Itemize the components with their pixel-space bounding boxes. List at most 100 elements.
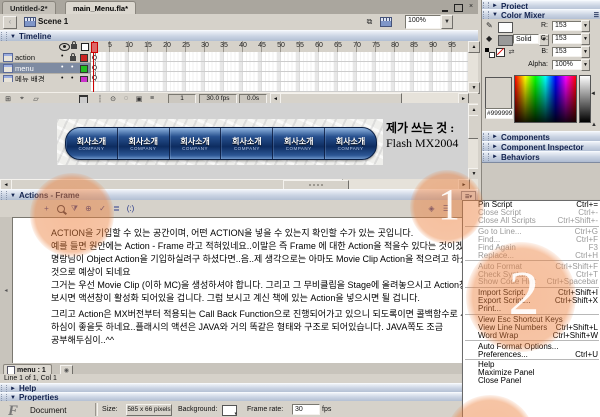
behaviors-panel-header[interactable]: ► Behaviors (482, 151, 600, 163)
hex-color-input[interactable]: #999999 (485, 108, 513, 119)
outline-icon[interactable] (81, 43, 89, 51)
menu-item[interactable]: Print... (463, 305, 600, 313)
lock-dot-icon[interactable]: • (71, 75, 73, 82)
frame-grid[interactable] (91, 52, 468, 92)
onion-skin-outline-icon[interactable]: ◌ (120, 94, 132, 103)
view-options-icon[interactable]: ☰ (440, 203, 453, 214)
layer-outline-color[interactable] (80, 65, 88, 73)
document-size-button[interactable]: 585 x 66 pixels (126, 404, 172, 416)
layer-row[interactable]: action• (0, 52, 91, 63)
scroll-down-icon[interactable]: ▼ (468, 168, 478, 179)
nav-button[interactable]: 회사소개COMPANY (66, 128, 118, 159)
find-icon[interactable] (54, 203, 67, 214)
edit-scene-icon[interactable] (380, 17, 392, 27)
layer-lock-icon[interactable] (70, 56, 76, 61)
visibility-dot-icon[interactable]: • (61, 53, 63, 60)
modify-onion-markers-icon[interactable]: ≡ (146, 94, 158, 103)
show-hide-eye-icon[interactable] (59, 43, 70, 51)
panel-collapse-icon[interactable]: ▲ (591, 122, 597, 128)
nav-button-sublabel: COMPANY (234, 146, 260, 151)
layer-row[interactable]: menu✎•• (0, 63, 91, 74)
insert-folder-icon[interactable]: ▱ (30, 94, 42, 103)
r-spinner-icon[interactable]: ▼ (581, 20, 590, 32)
restore-icon[interactable] (453, 2, 463, 11)
add-motion-guide-icon[interactable]: ⌖ (16, 94, 28, 103)
background-color-swatch[interactable] (222, 405, 237, 416)
fill-bucket-icon[interactable]: ◆ (486, 34, 492, 43)
timeline-vertical-scrollbar[interactable]: ▲ ▼ (468, 41, 478, 92)
menu-item-label: Word Wrap (478, 331, 547, 340)
color-picker-gradient[interactable] (514, 75, 577, 123)
menu-item[interactable]: Word WrapCtrl+Shift+W (463, 331, 600, 339)
insert-layer-icon[interactable]: ⊞ (2, 94, 14, 103)
playhead[interactable] (91, 42, 98, 53)
fill-color-chip[interactable] (498, 35, 513, 46)
b-input[interactable]: 153 (552, 47, 582, 57)
no-color-icon[interactable] (496, 48, 505, 57)
g-spinner-icon[interactable]: ▼ (581, 33, 590, 45)
nav-button[interactable]: 회사소개COMPANY (325, 128, 376, 159)
frame-rate-input[interactable]: 30 (292, 404, 320, 415)
fps-label: fps (322, 406, 331, 413)
brightness-marker-icon[interactable]: ◄ (590, 91, 596, 97)
menu-item-label: Print... (478, 304, 598, 313)
panel-options-menu-icon[interactable]: ☰ (594, 12, 599, 19)
zoom-value[interactable]: 100% (405, 15, 441, 29)
check-syntax-icon[interactable]: ✓ (96, 203, 109, 214)
stroke-color-chip[interactable] (498, 22, 513, 33)
visibility-dot-icon[interactable]: • (61, 75, 63, 82)
zoom-dropdown-arrow-icon[interactable]: ▼ (441, 15, 453, 29)
scene-breadcrumb[interactable]: Scene 1 (38, 17, 68, 26)
swap-colors-icon[interactable]: ⇄ (507, 47, 516, 56)
timeline-horizontal-scrollbar[interactable]: ◄ ► (270, 93, 468, 103)
stage[interactable]: 회사소개COMPANY회사소개COMPANY회사소개COMPANY회사소개COM… (0, 103, 478, 179)
nav-button-label: 회사소개 (77, 137, 106, 146)
back-button[interactable]: ‹ (3, 16, 17, 29)
script-pane[interactable]: ACTION을 기입할 수 있는 공간이며, 어떤 ACTION을 넣을 수 있… (12, 217, 468, 365)
g-input[interactable]: 153 (552, 34, 582, 44)
nav-button[interactable]: 회사소개COMPANY (170, 128, 222, 159)
tab-untitled-2[interactable]: Untitled-2* (2, 1, 56, 15)
minimize-icon[interactable] (440, 2, 450, 11)
alpha-input[interactable]: 100% (552, 60, 582, 70)
stage-vertical-scrollbar[interactable]: ▲ ▼ (468, 103, 478, 179)
menu-item-shortcut: Ctrl+Spacebar (547, 277, 598, 286)
layer-outline-color[interactable] (80, 54, 88, 62)
close-icon[interactable]: × (466, 2, 476, 11)
nav-button-label: 회사소개 (336, 137, 365, 146)
menu-item[interactable]: Preferences...Ctrl+U (463, 350, 600, 358)
insert-target-path-icon[interactable]: ⊕ (82, 203, 95, 214)
center-frame-icon[interactable]: ┆ (94, 94, 106, 103)
replace-icon[interactable]: ⧩ (68, 203, 81, 214)
nav-button[interactable]: 회사소개COMPANY (221, 128, 273, 159)
brightness-bar[interactable] (579, 75, 591, 123)
stage-horizontal-scrollbar[interactable]: ◄ ► (0, 179, 478, 189)
debug-options-icon[interactable]: ◈ (425, 203, 438, 214)
r-input[interactable]: 153 (552, 21, 582, 31)
add-statement-icon[interactable]: + (40, 203, 53, 214)
nav-bar-graphic[interactable]: 회사소개COMPANY회사소개COMPANY회사소개COMPANY회사소개COM… (65, 127, 377, 160)
default-colors-icon[interactable] (485, 48, 494, 57)
tab-main-menu-fla[interactable]: main_Menu.fla* (65, 1, 136, 15)
lock-icon[interactable] (71, 44, 77, 49)
edit-multiple-frames-icon[interactable]: ▣ (133, 94, 145, 103)
b-spinner-icon[interactable]: ▼ (581, 46, 590, 58)
menu-item-label: Close Panel (478, 376, 598, 385)
nav-button[interactable]: 회사소개COMPANY (273, 128, 325, 159)
visibility-dot-icon[interactable]: • (61, 64, 63, 71)
flash-document-icon: F (8, 403, 18, 417)
auto-format-icon[interactable]: ≣ (110, 203, 123, 214)
edit-symbol-icon[interactable]: ⧉ (363, 16, 376, 27)
menu-item[interactable]: Close Panel (463, 377, 600, 385)
document-tab-bar: Untitled-2* main_Menu.fla* × (0, 0, 478, 15)
show-code-hint-icon[interactable]: (:) (124, 203, 137, 214)
edit-bar: ‹ Scene 1 ⧉ 100% ▼ (0, 14, 478, 31)
zoom-control[interactable]: 100% ▼ (405, 15, 453, 29)
nav-button[interactable]: 회사소개COMPANY (118, 128, 170, 159)
stroke-pencil-icon[interactable]: ✎ (486, 21, 493, 30)
scroll-up-icon[interactable]: ▲ (468, 41, 480, 53)
lock-dot-icon[interactable]: • (71, 64, 73, 71)
onion-skin-icon[interactable]: ⊙ (107, 94, 119, 103)
alpha-spinner-icon[interactable]: ▼ (581, 59, 590, 71)
menu-item-label: Preferences... (478, 350, 569, 359)
